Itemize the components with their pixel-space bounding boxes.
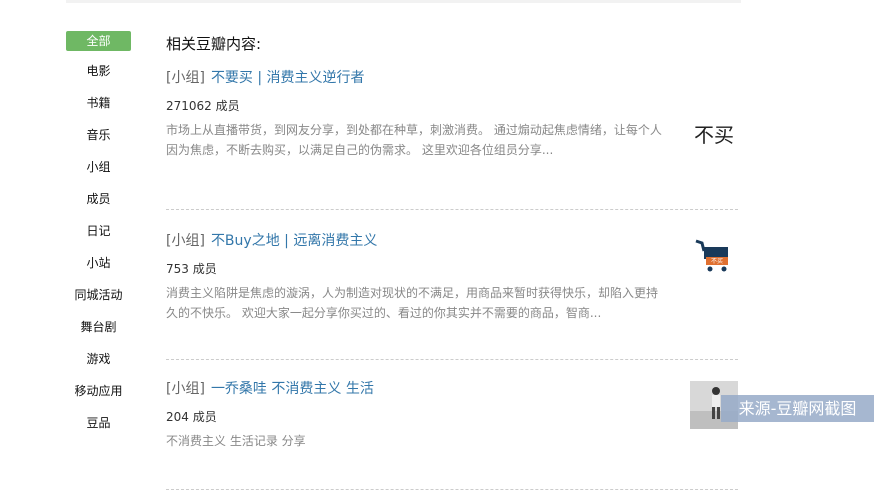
sidebar-item-sites[interactable]: 小站 xyxy=(66,253,131,285)
sidebar-item-all[interactable]: 全部 xyxy=(66,31,131,51)
result-category: [小组] xyxy=(166,70,205,86)
thumb-logo-text: 不买 xyxy=(694,123,734,147)
sidebar-item-drama[interactable]: 舞台剧 xyxy=(66,317,131,349)
sidebar-item-movie[interactable]: 电影 xyxy=(66,61,131,93)
sidebar-item-groups[interactable]: 小组 xyxy=(66,157,131,189)
category-sidebar: 全部 电影 书籍 音乐 小组 成员 日记 小站 同城活动 舞台剧 游戏 移动应用… xyxy=(66,31,131,445)
shopping-cart-icon: 不买 xyxy=(690,233,738,281)
sidebar-item-events[interactable]: 同城活动 xyxy=(66,285,131,317)
result-title-link[interactable]: 一乔桑哇 不消费主义 生活 xyxy=(211,381,374,397)
sidebar-item-apps[interactable]: 移动应用 xyxy=(66,381,131,413)
result-description: 不消费主义 生活记录 分享 xyxy=(166,434,306,448)
result-item: [小组] 不Buy之地 | 远离消费主义 753 成员 消费主义陷阱是焦虑的漩涡，… xyxy=(166,231,738,360)
group-thumbnail-cart[interactable]: 不买 xyxy=(690,233,738,281)
bumai-text-logo: 不买 xyxy=(690,110,738,158)
result-item: [小组] 一乔桑哇 不消费主义 生活 204 成员 不消费主义 生活记录 分享 xyxy=(166,379,738,490)
result-category: [小组] xyxy=(166,233,205,249)
top-divider xyxy=(66,0,741,3)
result-title-line: [小组] 不要买 | 消费主义逆行者 xyxy=(166,68,738,88)
result-member-count: 271062 成员 xyxy=(166,99,240,113)
result-category: [小组] xyxy=(166,381,205,397)
result-description: 市场上从直播带货，到网友分享，到处都在种草，刺激消费。 通过煽动起焦虑情绪，让每… xyxy=(166,123,662,157)
sidebar-item-books[interactable]: 书籍 xyxy=(66,93,131,125)
sidebar-item-diary[interactable]: 日记 xyxy=(66,221,131,253)
result-item: [小组] 不要买 | 消费主义逆行者 271062 成员 市场上从直播带货，到网友… xyxy=(166,68,738,210)
results-heading: 相关豆瓣内容: xyxy=(166,35,262,53)
result-description: 消费主义陷阱是焦虑的漩涡，人为制造对现状的不满足，用商品来暂时获得快乐，却陷入更… xyxy=(166,286,659,320)
result-title-link[interactable]: 不要买 | 消费主义逆行者 xyxy=(211,70,365,86)
sidebar-item-members[interactable]: 成员 xyxy=(66,189,131,221)
result-title-line: [小组] 一乔桑哇 不消费主义 生活 xyxy=(166,379,738,399)
group-thumbnail-bumai[interactable]: 不买 xyxy=(690,110,738,158)
sidebar-item-music[interactable]: 音乐 xyxy=(66,125,131,157)
cart-label-text: 不买 xyxy=(711,257,723,265)
source-watermark: 来源-豆瓣网截图 xyxy=(721,395,874,422)
result-title-link[interactable]: 不Buy之地 | 远离消费主义 xyxy=(211,233,377,249)
results-main: 相关豆瓣内容: [小组] 不要买 | 消费主义逆行者 271062 成员 市场上从… xyxy=(166,34,738,490)
sidebar-item-douban-products[interactable]: 豆品 xyxy=(66,413,131,445)
result-member-count: 753 成员 xyxy=(166,262,217,276)
sidebar-item-games[interactable]: 游戏 xyxy=(66,349,131,381)
result-member-count: 204 成员 xyxy=(166,410,217,424)
result-title-line: [小组] 不Buy之地 | 远离消费主义 xyxy=(166,231,738,251)
